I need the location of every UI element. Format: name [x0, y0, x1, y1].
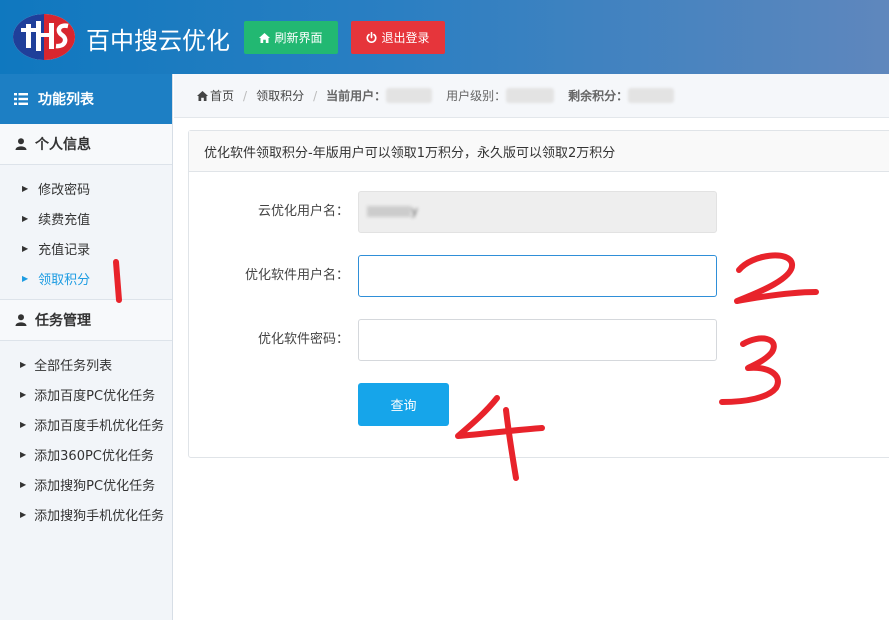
user-level-label: 用户级别： [446, 89, 507, 103]
cloud-username-label: 云优化用户名： [257, 204, 349, 219]
sidebar-group-label: 任务管理 [35, 313, 91, 329]
caret-right-icon: ▶ [20, 389, 27, 399]
sidebar-item-add-360-pc-task[interactable]: ▶ 添加360PC优化任务 [0, 439, 172, 469]
home-icon [197, 90, 208, 101]
form-row-software-username: 优化软件用户名： [189, 255, 889, 297]
sidebar-item-label: 全部任务列表 [34, 358, 113, 374]
sidebar-item-recharge-records[interactable]: ▶ 充值记录 [0, 233, 172, 263]
sidebar-group-task-management[interactable]: 任务管理 [0, 300, 172, 341]
caret-right-icon: ▶ [20, 359, 27, 369]
logout-button-label: 退出登录 [381, 31, 430, 45]
app-title: 百中搜云优化 [86, 27, 230, 55]
remaining-points-label: 剩余积分： [568, 89, 629, 103]
user-level-value-redacted [506, 88, 555, 103]
user-icon [15, 314, 27, 326]
sidebar-group-personal-info[interactable]: 个人信息 [0, 124, 172, 165]
sidebar-item-add-baidu-pc-task[interactable]: ▶ 添加百度PC优化任务 [0, 379, 172, 409]
caret-right-icon: ▶ [22, 243, 29, 253]
sidebar-item-label: 添加360PC优化任务 [34, 448, 154, 464]
sidebar-item-label: 添加百度PC优化任务 [34, 388, 156, 404]
caret-right-icon: ▶ [22, 213, 29, 223]
sidebar-item-label: 领取积分 [38, 272, 91, 288]
current-user-label: 当前用户： [326, 89, 387, 103]
user-icon [15, 138, 27, 150]
power-icon [367, 32, 377, 43]
sidebar-item-change-password[interactable]: ▶ 修改密码 [0, 173, 172, 203]
breadcrumb-separator: / [243, 88, 248, 103]
software-username-label: 优化软件用户名： [244, 268, 349, 283]
software-username-input[interactable] [358, 255, 717, 297]
sidebar-item-label: 添加百度手机优化任务 [34, 418, 165, 434]
list-icon [14, 93, 28, 105]
sidebar-group-task-list: ▶ 全部任务列表 ▶ 添加百度PC优化任务 ▶ 添加百度手机优化任务 ▶ 添加360PC… [0, 341, 172, 535]
sidebar-item-claim-points[interactable]: ▶ 领取积分 [0, 263, 172, 293]
refresh-button-label: 刷新界面 [274, 31, 323, 45]
sidebar-item-label: 修改密码 [38, 182, 91, 198]
sidebar-title: 功能列表 [0, 74, 172, 124]
panel-heading: 优化软件领取积分-年版用户可以领取1万积分，永久版可以领取2万积分 [189, 131, 889, 172]
top-header: 百中搜云优化 刷新界面 退出登录 [0, 0, 889, 74]
breadcrumb: 首页 / 领取积分 / 当前用户： 用户级别： 剩余积分： [174, 74, 889, 118]
home-icon [259, 32, 271, 43]
sidebar-item-renew-recharge[interactable]: ▶ 续费充值 [0, 203, 172, 233]
sidebar-item-add-baidu-mobile-task[interactable]: ▶ 添加百度手机优化任务 [0, 409, 172, 439]
caret-right-icon: ▶ [22, 273, 29, 283]
current-user-value-redacted [386, 88, 433, 103]
query-button[interactable]: 查询 [358, 383, 449, 426]
caret-right-icon: ▶ [22, 183, 29, 193]
sidebar-group-personal-list: ▶ 修改密码 ▶ 续费充值 ▶ 充值记录 ▶ 领取积分 [0, 165, 172, 300]
brand-logo-icon [13, 14, 75, 60]
sidebar-item-all-tasks[interactable]: ▶ 全部任务列表 [0, 349, 172, 379]
caret-right-icon: ▶ [20, 509, 27, 519]
form-row-cloud-username: 云优化用户名： y [189, 191, 889, 233]
breadcrumb-separator: / [313, 88, 318, 103]
caret-right-icon: ▶ [20, 419, 27, 429]
breadcrumb-home-link[interactable]: 首页 [210, 87, 234, 104]
sidebar-item-label: 添加搜狗手机优化任务 [34, 508, 165, 524]
caret-right-icon: ▶ [20, 479, 27, 489]
sidebar: 功能列表 个人信息 ▶ 修改密码 ▶ 续费充值 ▶ 充值记录 ▶ 领取积分 任务管理 ▶… [0, 74, 173, 620]
sidebar-item-label: 续费充值 [38, 212, 91, 228]
caret-right-icon: ▶ [20, 449, 27, 459]
logout-button[interactable]: 退出登录 [351, 21, 445, 54]
sidebar-title-label: 功能列表 [38, 92, 94, 108]
software-password-input[interactable] [358, 319, 717, 361]
breadcrumb-current[interactable]: 领取积分 [256, 87, 304, 104]
remaining-points-value-redacted [628, 88, 675, 103]
sidebar-item-label: 充值记录 [38, 242, 91, 258]
sidebar-item-label: 添加搜狗PC优化任务 [34, 478, 156, 494]
sidebar-group-label: 个人信息 [35, 137, 91, 153]
form-row-software-password: 优化软件密码： [189, 319, 889, 361]
software-password-label: 优化软件密码： [257, 332, 349, 347]
sidebar-item-add-sogou-mobile-task[interactable]: ▶ 添加搜狗手机优化任务 [0, 499, 172, 529]
claim-points-panel: 优化软件领取积分-年版用户可以领取1万积分，永久版可以领取2万积分 云优化用户名… [188, 130, 889, 458]
sidebar-item-add-sogou-pc-task[interactable]: ▶ 添加搜狗PC优化任务 [0, 469, 172, 499]
refresh-button[interactable]: 刷新界面 [244, 21, 338, 54]
cloud-username-value: y [367, 204, 418, 218]
